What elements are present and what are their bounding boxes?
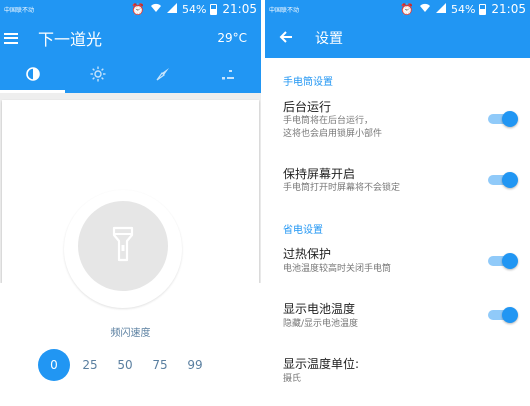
flashlight-screen: 中国联不动 ⏰ 54% 21:05 下一道光 29°C 频闪速度 0 25 50… bbox=[0, 0, 261, 406]
settings-title: 设置 bbox=[315, 31, 343, 47]
tab-flashlight[interactable] bbox=[0, 58, 65, 93]
more-icon bbox=[220, 66, 236, 85]
battery-percent: 54% bbox=[450, 2, 476, 16]
flashlight-mode-icon bbox=[25, 66, 40, 85]
setting-title: 后台运行 bbox=[283, 100, 332, 114]
carrier-label: 中国联不动 bbox=[269, 7, 300, 14]
active-tab-indicator bbox=[0, 90, 65, 93]
setting-subtitle: 摄氏 bbox=[283, 374, 302, 384]
tab-brightness[interactable] bbox=[65, 58, 130, 93]
background-run-switch[interactable] bbox=[486, 111, 518, 127]
app-bar: 下一道光 29°C bbox=[0, 18, 261, 58]
setting-title: 显示温度单位: bbox=[283, 357, 360, 371]
speed-option-0[interactable]: 0 bbox=[38, 349, 70, 381]
setting-title: 显示电池温度 bbox=[283, 302, 356, 316]
clock: 21:05 bbox=[491, 2, 526, 16]
temperature-readout: 29°C bbox=[217, 31, 247, 45]
signal-icon bbox=[435, 2, 447, 16]
brightness-icon bbox=[90, 66, 106, 86]
flash-speed-selector: 0 25 50 75 99 bbox=[38, 349, 213, 381]
compass-icon bbox=[155, 66, 171, 86]
mode-tabs bbox=[0, 58, 261, 93]
setting-subtitle: 手电筒将在后台运行， bbox=[283, 116, 374, 126]
signal-icon bbox=[166, 2, 178, 16]
show-battery-temp-switch[interactable] bbox=[486, 307, 518, 323]
wifi-icon bbox=[419, 3, 431, 16]
overheat-protection-switch[interactable] bbox=[486, 253, 518, 269]
section-flashlight-settings: 手电筒设置 bbox=[283, 77, 333, 88]
status-bar: 中国联不动 ⏰ 54% 21:05 bbox=[265, 0, 530, 18]
settings-screen: 中国联不动 ⏰ 54% 21:05 设置 手电筒设置 后台运行 手电筒将在后台运… bbox=[265, 0, 530, 406]
setting-subtitle: 手电筒打开时屏幕将不会锁定 bbox=[283, 183, 401, 193]
keep-screen-on-switch[interactable] bbox=[486, 172, 518, 188]
settings-app-bar: 设置 bbox=[265, 18, 530, 58]
setting-subtitle: 电池温度较高时关闭手电筒 bbox=[283, 264, 392, 274]
wifi-icon bbox=[150, 3, 162, 16]
alarm-icon: ⏰ bbox=[400, 2, 414, 16]
clock: 21:05 bbox=[222, 2, 257, 16]
battery-percent: 54% bbox=[181, 2, 207, 16]
setting-title: 过热保护 bbox=[283, 247, 332, 261]
menu-icon[interactable] bbox=[4, 32, 18, 44]
setting-subtitle: 隐藏/显示电池温度 bbox=[283, 319, 359, 329]
back-arrow-icon[interactable] bbox=[279, 29, 293, 48]
app-title: 下一道光 bbox=[38, 30, 103, 49]
carrier-label: 中国联不动 bbox=[4, 7, 35, 14]
status-bar: 中国联不动 ⏰ 54% 21:05 bbox=[0, 0, 261, 18]
flashlight-toggle-button[interactable] bbox=[78, 201, 168, 291]
speed-option-25[interactable]: 25 bbox=[73, 349, 107, 381]
battery-icon bbox=[210, 3, 218, 15]
setting-title: 保持屏幕开启 bbox=[283, 167, 356, 181]
speed-option-75[interactable]: 75 bbox=[143, 349, 177, 381]
tab-compass[interactable] bbox=[131, 58, 196, 93]
setting-subtitle: 这将也会启用锁屏小部件 bbox=[283, 129, 383, 139]
section-power-settings: 省电设置 bbox=[283, 225, 323, 236]
flash-speed-label: 频闪速度 bbox=[110, 328, 151, 339]
speed-option-50[interactable]: 50 bbox=[108, 349, 142, 381]
flashlight-icon bbox=[112, 226, 134, 266]
alarm-icon: ⏰ bbox=[131, 2, 145, 16]
battery-icon bbox=[479, 3, 487, 15]
tab-more[interactable] bbox=[196, 58, 261, 93]
speed-option-99[interactable]: 99 bbox=[178, 349, 212, 381]
